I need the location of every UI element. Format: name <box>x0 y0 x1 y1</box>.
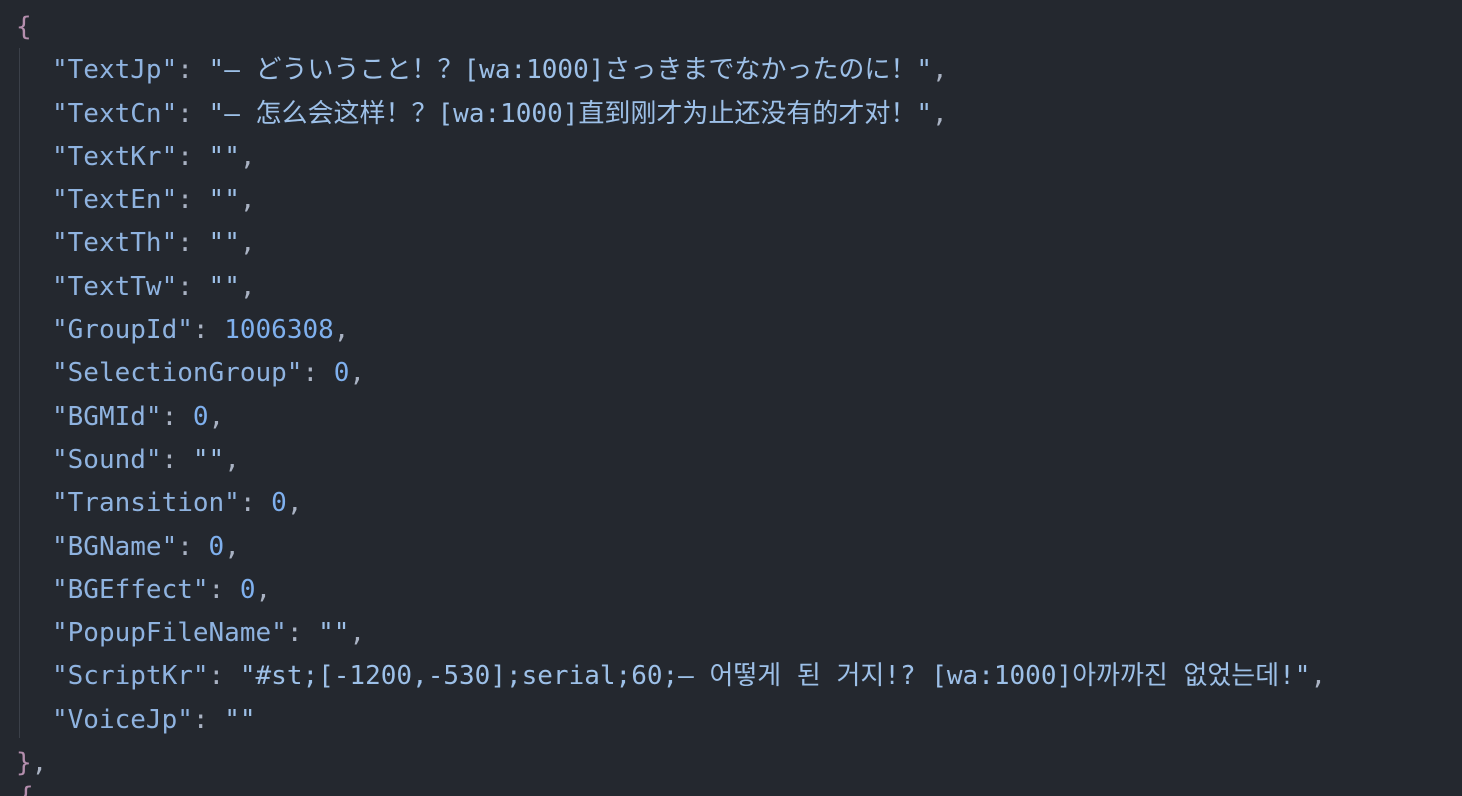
code-editor[interactable]: { "TextJp": "— どういうこと！？[wa:1000]さっきまでなかっ… <box>0 0 1462 796</box>
json-key: "TextEn" <box>52 185 178 216</box>
json-comma: , <box>239 185 256 216</box>
json-value: "— どういうこと！？[wa:1000]さっきまでなかったのに！" <box>208 55 933 86</box>
json-colon: : <box>286 618 319 649</box>
close-brace: } <box>16 748 32 779</box>
json-key: "VoiceJp" <box>52 704 193 735</box>
json-key: "BGEffect" <box>52 574 209 605</box>
json-colon: : <box>192 704 225 735</box>
json-colon: : <box>177 141 209 172</box>
json-comma: , <box>239 141 256 172</box>
json-comma: , <box>239 228 256 259</box>
code-line: "Transition": 0, <box>0 482 1462 525</box>
code-line-open: { <box>0 6 1462 49</box>
json-comma: , <box>1310 661 1327 692</box>
json-comma: , <box>208 401 225 432</box>
code-line-close: }, <box>0 742 1462 785</box>
json-value: 0 <box>271 488 287 519</box>
json-value: "" <box>208 141 240 172</box>
json-colon: : <box>192 315 225 346</box>
open-brace: { <box>16 12 32 42</box>
json-value: 0 <box>192 401 209 432</box>
json-value: "" <box>208 185 240 216</box>
close-comma: , <box>31 748 48 779</box>
json-value: "" <box>318 618 350 649</box>
code-line: "TextEn": "", <box>0 179 1462 222</box>
json-colon: : <box>177 271 209 302</box>
json-colon: : <box>177 531 209 562</box>
json-value: 0 <box>208 531 225 562</box>
json-comma: , <box>239 271 256 302</box>
json-comma: , <box>286 488 303 519</box>
code-line: "TextKr": "", <box>0 136 1462 179</box>
json-key: "Transition" <box>52 488 240 519</box>
json-value: "" <box>192 444 225 475</box>
json-colon: : <box>208 661 240 692</box>
code-line: "GroupId": 1006308, <box>0 309 1462 352</box>
json-key: "ScriptKr" <box>52 661 209 692</box>
json-value: 0 <box>333 358 350 389</box>
code-line: "TextTw": "", <box>0 266 1462 309</box>
json-comma: , <box>333 315 350 346</box>
code-line: "BGName": 0, <box>0 526 1462 569</box>
json-colon: : <box>161 444 193 475</box>
json-key: "TextCn" <box>52 98 178 129</box>
code-line: "BGMId": 0, <box>0 396 1462 439</box>
code-line: "TextJp": "— どういうこと！？[wa:1000]さっきまでなかったの… <box>0 49 1462 92</box>
json-key: "Sound" <box>52 444 162 475</box>
json-comma: , <box>224 531 240 562</box>
json-colon: : <box>161 401 193 432</box>
code-line: "ScriptKr": "#st;[-1200,-530];serial;60;… <box>0 655 1462 698</box>
json-comma: , <box>255 574 272 605</box>
code-line: "SelectionGroup": 0, <box>0 352 1462 395</box>
json-key: "TextJp" <box>52 55 178 86</box>
code-line: "BGEffect": 0, <box>0 569 1462 612</box>
json-value: 0 <box>239 574 256 605</box>
json-comma: , <box>932 55 948 86</box>
json-value: "" <box>208 228 240 259</box>
next-open-brace: { <box>18 784 32 796</box>
json-colon: : <box>177 185 209 216</box>
json-key: "SelectionGroup" <box>52 358 303 389</box>
json-comma: , <box>932 98 948 129</box>
code-line: "VoiceJp": "" <box>0 699 1462 742</box>
json-key: "BGMId" <box>52 401 162 432</box>
json-comma: , <box>349 618 366 649</box>
json-comma: , <box>349 358 366 389</box>
code-line: "PopupFileName": "", <box>0 612 1462 655</box>
code-line: "TextCn": "— 怎么会这样！？[wa:1000]直到刚才为止还没有的才… <box>0 93 1462 136</box>
json-colon: : <box>239 488 272 519</box>
json-colon: : <box>302 358 334 389</box>
json-comma: , <box>224 444 240 475</box>
json-key: "GroupId" <box>52 315 193 346</box>
json-key: "TextKr" <box>52 141 178 172</box>
json-value: "— 怎么会这样！？[wa:1000]直到刚才为止还没有的才对！" <box>208 98 933 129</box>
code-line: "TextTh": "", <box>0 222 1462 265</box>
json-colon: : <box>177 98 209 129</box>
json-value: "" <box>224 704 256 735</box>
json-value: "#st;[-1200,-530];serial;60;— 어떻게 된 거지!?… <box>239 661 1311 692</box>
json-key: "BGName" <box>52 531 178 562</box>
json-value: 1006308 <box>224 315 334 346</box>
json-value: "" <box>208 271 240 302</box>
json-key: "PopupFileName" <box>52 618 287 649</box>
code-line: "Sound": "", <box>0 439 1462 482</box>
json-colon: : <box>177 55 209 86</box>
json-colon: : <box>177 228 209 259</box>
json-colon: : <box>208 574 240 605</box>
json-key: "TextTh" <box>52 228 178 259</box>
json-key: "TextTw" <box>52 271 178 302</box>
